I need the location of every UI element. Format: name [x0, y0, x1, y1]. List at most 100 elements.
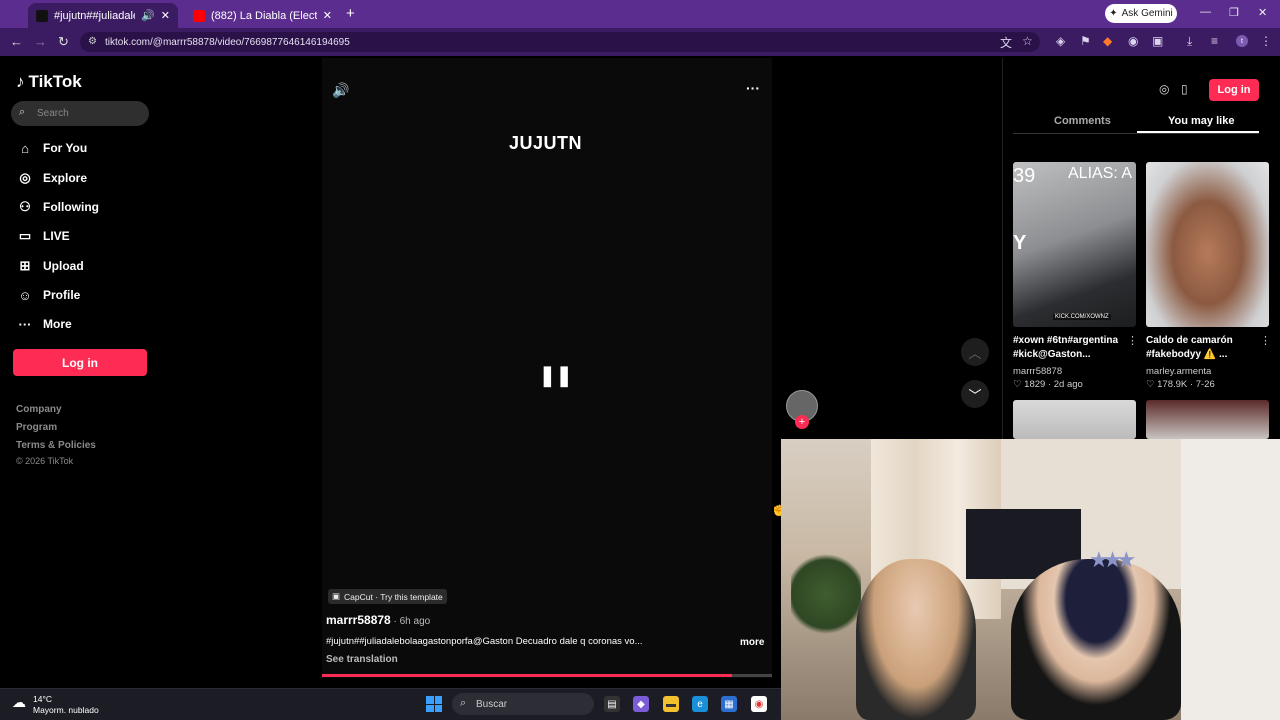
- weather-widget[interactable]: 14°C Mayorm. nublado: [33, 694, 99, 716]
- nav-label: Upload: [43, 259, 84, 273]
- webcam-plant: [791, 549, 861, 639]
- tiktok-favicon-icon: [36, 9, 48, 22]
- forward-icon[interactable]: →: [34, 34, 47, 49]
- close-tab-icon[interactable]: ✕: [323, 9, 332, 22]
- tab-title: (882) La Diabla (Electro Remix): [211, 9, 317, 22]
- footer-link-program[interactable]: Program: [16, 422, 57, 433]
- chevron-up-icon: ︿: [968, 345, 982, 361]
- recommended-video-thumbnail[interactable]: [1146, 400, 1269, 439]
- card-menu-icon[interactable]: ⋮: [1127, 334, 1138, 347]
- nav-explore[interactable]: ◎ Explore: [16, 168, 87, 188]
- download-icon[interactable]: ⤓: [1187, 34, 1192, 49]
- copilot-icon[interactable]: ◆: [633, 696, 649, 712]
- nav-profile[interactable]: ☺ Profile: [16, 285, 80, 305]
- card-username[interactable]: marrr58878: [1013, 366, 1062, 377]
- nav-for-you[interactable]: ⌂ For You: [16, 138, 87, 158]
- nav-label: Explore: [43, 171, 88, 185]
- task-view-icon[interactable]: ▤: [604, 696, 620, 712]
- site-info-icon[interactable]: ⚙: [88, 36, 97, 47]
- tiktok-note-icon: ♪: [16, 72, 25, 91]
- tab-tiktok[interactable]: #jujutn##juliadalebolaagas 🔊 ✕: [28, 3, 178, 28]
- card-title[interactable]: #xown #6tn#argentina #kick@Gaston...: [1013, 334, 1125, 362]
- pause-icon[interactable]: ❚❚: [539, 363, 573, 388]
- nav-label: Following: [43, 200, 99, 214]
- capcut-icon: ▣: [332, 591, 341, 601]
- file-explorer-icon[interactable]: ▬: [663, 696, 679, 712]
- media-icon[interactable]: ≡: [1211, 34, 1218, 48]
- see-translation-link[interactable]: See translation: [326, 654, 398, 665]
- translate-icon[interactable]: 文: [1000, 34, 1012, 51]
- caption-more-button[interactable]: more: [740, 637, 764, 648]
- nav-following[interactable]: ⚇ Following: [16, 197, 99, 217]
- chrome-icon[interactable]: ◉: [751, 696, 767, 712]
- recommended-video-thumbnail[interactable]: 39 ALIAS: A Y KICK.COM/XOWNZ: [1013, 162, 1136, 327]
- video-options-icon[interactable]: ···: [746, 80, 760, 96]
- browser-toolbar: ← → ↻ ⚙ tiktok.com/@marrr58878/video/766…: [0, 28, 1280, 56]
- follow-plus-icon[interactable]: +: [795, 415, 809, 429]
- author-name: marrr58878: [326, 613, 391, 627]
- video-author[interactable]: marrr58878 · 6h ago: [326, 613, 430, 627]
- nav-upload[interactable]: ⊞ Upload: [16, 256, 84, 276]
- weather-cloud-icon[interactable]: ☁: [12, 694, 26, 711]
- extension-icon[interactable]: ◉: [1128, 34, 1138, 48]
- capcut-template-badge[interactable]: ▣ CapCut · Try this template: [328, 589, 447, 604]
- card-title[interactable]: Caldo de camarón #fakebodyy ⚠️ ...: [1146, 334, 1258, 362]
- close-window-icon[interactable]: ✕: [1258, 6, 1267, 19]
- card-stats: ♡ 1829 · 2d ago: [1013, 379, 1083, 390]
- following-icon: ⚇: [19, 199, 31, 214]
- extension-icon[interactable]: ◈: [1056, 34, 1065, 48]
- address-bar[interactable]: ⚙ tiktok.com/@marrr58878/video/766987764…: [80, 32, 1040, 52]
- post-time: · 6h ago: [390, 616, 431, 627]
- store-icon[interactable]: ▦: [721, 696, 737, 712]
- gemini-spark-icon: ✦: [1109, 8, 1118, 19]
- card-username[interactable]: marley.armenta: [1146, 366, 1211, 377]
- edge-icon[interactable]: e: [692, 696, 708, 712]
- speaker-icon[interactable]: 🔊: [141, 9, 155, 22]
- extension-icon[interactable]: ⚑: [1080, 34, 1091, 48]
- compass-icon[interactable]: ◎: [1159, 82, 1169, 96]
- previous-video-button[interactable]: ︿: [961, 338, 989, 366]
- browser-menu-icon[interactable]: ⋮: [1260, 34, 1272, 48]
- nav-live[interactable]: ▭ LIVE: [16, 226, 70, 246]
- search-input[interactable]: ⌕ Search: [11, 101, 149, 126]
- thumbnail-text: Y: [1013, 232, 1027, 254]
- windows-start-icon[interactable]: [426, 696, 442, 712]
- live-icon: ▭: [18, 228, 32, 243]
- restore-icon[interactable]: ❐: [1229, 6, 1239, 19]
- nav-label: LIVE: [43, 229, 70, 243]
- copyright: © 2026 TikTok: [16, 456, 74, 466]
- next-video-button[interactable]: ﹀: [961, 380, 989, 408]
- sidebar-login-button[interactable]: Log in: [13, 349, 147, 376]
- profile-avatar-icon[interactable]: t: [1236, 35, 1248, 47]
- creator-avatar[interactable]: +: [786, 390, 818, 429]
- phone-icon[interactable]: ▯: [1181, 82, 1188, 96]
- tab-you-may-like[interactable]: You may like: [1168, 115, 1234, 127]
- footer-link-terms[interactable]: Terms & Policies: [16, 440, 96, 451]
- minimize-icon[interactable]: —: [1200, 6, 1211, 18]
- volume-icon[interactable]: 🔊: [332, 82, 349, 99]
- back-icon[interactable]: ←: [10, 34, 23, 49]
- recommended-video-thumbnail[interactable]: [1146, 162, 1269, 327]
- video-progress-bar[interactable]: [322, 674, 772, 677]
- tab-youtube[interactable]: (882) La Diabla (Electro Remix) ✕: [185, 3, 340, 28]
- nav-more[interactable]: ··· More: [16, 314, 72, 334]
- extensions-puzzle-icon[interactable]: ▣: [1152, 34, 1163, 48]
- temperature: 14°C: [33, 694, 52, 704]
- taskbar-search[interactable]: ⌕ Buscar: [452, 693, 594, 715]
- extension-icon[interactable]: ◆: [1103, 34, 1112, 48]
- tiktok-logo[interactable]: ♪ TikTok: [16, 72, 82, 92]
- ask-gemini-button[interactable]: ✦ Ask Gemini: [1105, 4, 1177, 23]
- new-tab-icon[interactable]: +: [346, 5, 355, 22]
- thumbnail-text: 39: [1013, 165, 1036, 187]
- recommended-video-thumbnail[interactable]: [1013, 400, 1136, 439]
- tab-comments[interactable]: Comments: [1054, 115, 1111, 127]
- header-login-button[interactable]: Log in: [1209, 79, 1259, 101]
- more-icon: ···: [18, 316, 32, 332]
- reload-icon[interactable]: ↻: [58, 34, 69, 50]
- webcam-person: [1011, 559, 1181, 720]
- search-icon: ⌕: [460, 697, 467, 709]
- bookmark-star-icon[interactable]: ☆: [1022, 34, 1033, 48]
- footer-link-company[interactable]: Company: [16, 404, 62, 415]
- close-tab-icon[interactable]: ✕: [161, 9, 170, 22]
- card-menu-icon[interactable]: ⋮: [1260, 334, 1271, 347]
